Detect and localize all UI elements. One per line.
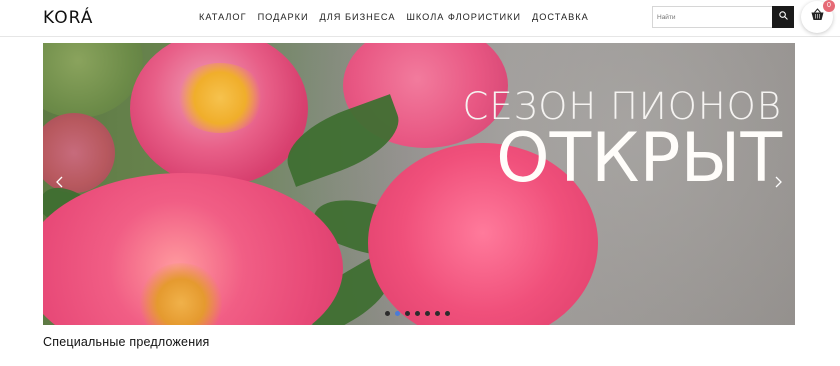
search-box (652, 6, 794, 28)
carousel-prev-button[interactable] (53, 175, 67, 189)
carousel-dot[interactable] (435, 311, 440, 316)
carousel-dot[interactable] (405, 311, 410, 316)
carousel-dots (385, 311, 450, 316)
hero-banner[interactable]: СЕЗОН ПИОНОВ ОТКРЫТ (43, 43, 795, 325)
site-header: KORÁ КАТАЛОГ ПОДАРКИ ДЛЯ БИЗНЕСА ШКОЛА Ф… (0, 0, 840, 37)
nav-floristry-school[interactable]: ШКОЛА ФЛОРИСТИКИ (407, 12, 522, 22)
nav-gifts[interactable]: ПОДАРКИ (258, 12, 309, 22)
search-input[interactable] (653, 7, 779, 27)
peony-center-shape (175, 63, 265, 133)
carousel-dot[interactable] (385, 311, 390, 316)
carousel-dot[interactable] (425, 311, 430, 316)
search-button[interactable] (772, 6, 794, 28)
basket-icon (810, 8, 825, 26)
chevron-left-icon (53, 175, 67, 189)
carousel-dot[interactable] (445, 311, 450, 316)
cart-count-badge: 0 (823, 0, 835, 12)
search-icon (778, 8, 789, 26)
special-offers-heading: Специальные предложения (43, 335, 210, 349)
carousel-dot[interactable] (395, 311, 400, 316)
logo[interactable]: KORÁ (43, 9, 93, 27)
nav-business[interactable]: ДЛЯ БИЗНЕСА (320, 12, 396, 22)
nav-catalog[interactable]: КАТАЛОГ (199, 12, 247, 22)
chevron-right-icon (771, 175, 785, 189)
nav-delivery[interactable]: ДОСТАВКА (532, 12, 589, 22)
banner-title-line-2: ОТКРЫТ (496, 119, 782, 198)
carousel-dot[interactable] (415, 311, 420, 316)
carousel-next-button[interactable] (771, 175, 785, 189)
main-nav: КАТАЛОГ ПОДАРКИ ДЛЯ БИЗНЕСА ШКОЛА ФЛОРИС… (199, 12, 600, 22)
